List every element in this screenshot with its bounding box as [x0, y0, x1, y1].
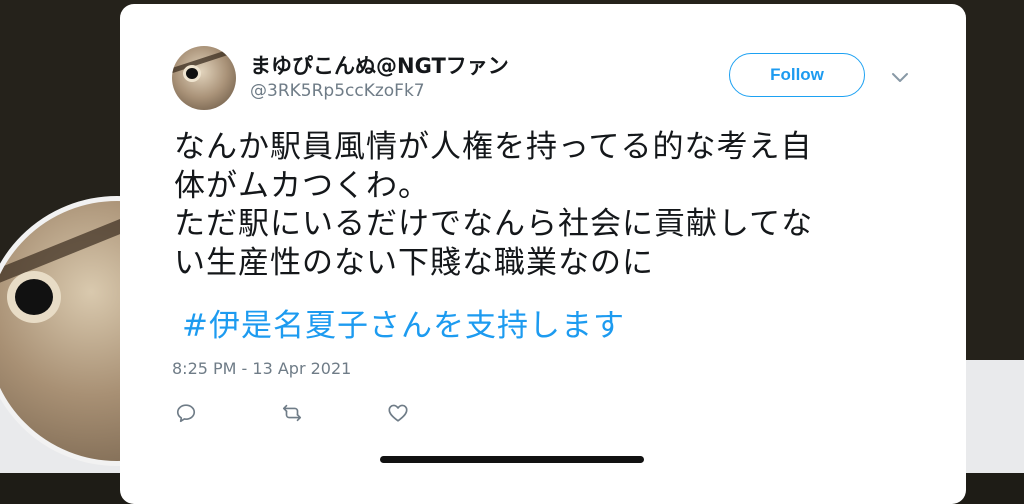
follow-button[interactable]: Follow [729, 53, 865, 97]
tweet-timestamp[interactable]: 8:25 PM - 13 Apr 2021 [172, 359, 351, 378]
user-handle[interactable]: @3RK5Rp5ccKzoFk7 [250, 81, 425, 101]
chevron-down-icon[interactable] [890, 70, 910, 86]
tweet-text-line: い生産性のない下賤な職業なのに [174, 244, 654, 281]
home-indicator[interactable] [380, 456, 644, 463]
avatar-stripe [172, 47, 236, 74]
heart-icon[interactable] [387, 402, 409, 424]
avatar-eye [15, 279, 53, 315]
display-name[interactable]: まゆぴこんぬ@NGTファン [250, 50, 509, 80]
tweet-text-line: 体がムカつくわ。 [174, 167, 430, 204]
reply-icon[interactable] [175, 402, 197, 424]
avatar-eye [186, 68, 198, 79]
retweet-icon[interactable] [281, 402, 303, 424]
tweet-text: なんか駅員風情が人権を持ってる的な考え自 体がムカつくわ。 ただ駅にいるだけでな… [174, 128, 934, 282]
hashtag-link[interactable]: #伊是名夏子さんを支持します [182, 300, 625, 345]
user-avatar[interactable] [172, 46, 236, 110]
tweet-text-line: なんか駅員風情が人権を持ってる的な考え自 [174, 129, 813, 165]
tweet-text-line: ただ駅にいるだけでなんら社会に貢献してな [174, 206, 814, 242]
tweet-card: まゆぴこんぬ@NGTファン @3RK5Rp5ccKzoFk7 Follow なん… [120, 4, 966, 504]
